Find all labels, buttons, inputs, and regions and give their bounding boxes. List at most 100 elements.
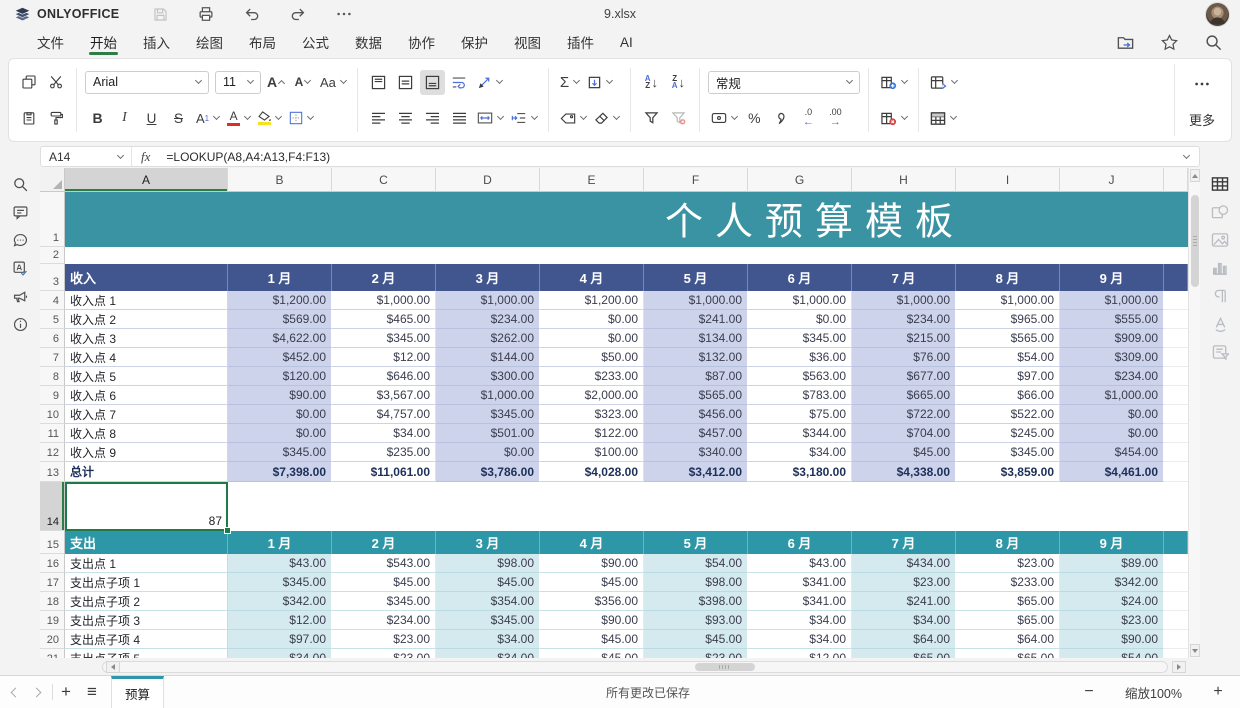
data-cell[interactable]: $45.00 bbox=[852, 443, 956, 462]
month-header[interactable]: 6 月 bbox=[748, 264, 852, 291]
data-cell[interactable]: $0.00 bbox=[748, 310, 852, 329]
expand-formula-bar-icon[interactable] bbox=[1183, 151, 1190, 158]
named-ranges-button[interactable] bbox=[557, 106, 589, 131]
row-label-cell[interactable]: 收入点 1 bbox=[65, 291, 228, 310]
data-cell[interactable]: $34.00 bbox=[748, 630, 852, 649]
sort-ascending-button[interactable]: AZ↓ bbox=[639, 70, 664, 95]
month-header[interactable]: 1 月 bbox=[228, 264, 332, 291]
data-cell[interactable]: $677.00 bbox=[852, 367, 956, 386]
menu-tab-插件[interactable]: 插件 bbox=[554, 28, 607, 56]
formula-input[interactable]: =LOOKUP(A8,A4:A13,F4:F13) bbox=[159, 150, 1179, 164]
autosum-button[interactable]: Σ bbox=[557, 70, 582, 95]
data-cell[interactable]: $1,000.00 bbox=[956, 291, 1060, 310]
column-header-J[interactable]: J bbox=[1060, 168, 1164, 192]
data-cell[interactable]: $456.00 bbox=[644, 405, 748, 424]
menu-tab-布局[interactable]: 布局 bbox=[236, 28, 289, 56]
data-cell[interactable]: $465.00 bbox=[332, 310, 436, 329]
column-header-E[interactable]: E bbox=[540, 168, 644, 192]
title-banner-cell[interactable]: 个人预算模板 bbox=[65, 192, 1188, 247]
row-header-18[interactable]: 18 bbox=[40, 592, 65, 611]
data-cell[interactable]: $234.00 bbox=[436, 310, 540, 329]
data-cell[interactable]: $965.00 bbox=[956, 310, 1060, 329]
month-header[interactable]: 4 月 bbox=[540, 531, 644, 554]
justify-button[interactable] bbox=[447, 106, 472, 131]
data-cell[interactable]: $1,200.00 bbox=[228, 291, 332, 310]
data-cell[interactable]: $45.00 bbox=[540, 649, 644, 658]
data-cell[interactable]: $43.00 bbox=[228, 554, 332, 573]
data-cell[interactable]: $54.00 bbox=[1060, 649, 1164, 658]
total-cell[interactable]: $3,412.00 bbox=[644, 462, 748, 482]
data-cell[interactable]: $34.00 bbox=[852, 611, 956, 630]
data-cell[interactable]: $342.00 bbox=[1060, 573, 1164, 592]
total-cell[interactable]: $4,028.00 bbox=[540, 462, 644, 482]
total-cell[interactable]: $3,786.00 bbox=[436, 462, 540, 482]
data-cell[interactable]: $262.00 bbox=[436, 329, 540, 348]
data-cell[interactable]: $501.00 bbox=[436, 424, 540, 443]
data-cell[interactable]: $4,757.00 bbox=[332, 405, 436, 424]
decrease-font-button[interactable]: A bbox=[290, 70, 315, 95]
data-cell[interactable]: $50.00 bbox=[540, 348, 644, 367]
redo-button[interactable] bbox=[287, 3, 309, 25]
month-header[interactable]: 1 月 bbox=[228, 531, 332, 554]
row-label-cell[interactable]: 收入点 8 bbox=[65, 424, 228, 443]
menu-tab-AI[interactable]: AI bbox=[607, 28, 646, 56]
menu-tab-公式[interactable]: 公式 bbox=[289, 28, 342, 56]
month-header[interactable]: 8 月 bbox=[956, 264, 1060, 291]
total-cell[interactable]: $4,461.00 bbox=[1060, 462, 1164, 482]
data-cell[interactable]: $87.00 bbox=[644, 367, 748, 386]
align-left-button[interactable] bbox=[366, 106, 391, 131]
data-cell[interactable]: $354.00 bbox=[436, 592, 540, 611]
month-header[interactable]: 5 月 bbox=[644, 531, 748, 554]
data-cell[interactable]: $98.00 bbox=[436, 554, 540, 573]
horizontal-scrollbar[interactable] bbox=[40, 660, 1188, 674]
change-case-button[interactable]: Aa bbox=[317, 70, 349, 95]
more-actions-button[interactable] bbox=[333, 3, 355, 25]
data-cell[interactable]: $4,622.00 bbox=[228, 329, 332, 348]
month-header[interactable]: 9 月 bbox=[1060, 264, 1164, 291]
row-label-cell[interactable]: 支出点子项 1 bbox=[65, 573, 228, 592]
font-color-button[interactable]: A bbox=[224, 106, 253, 131]
row-label-cell[interactable]: 收入点 2 bbox=[65, 310, 228, 329]
data-cell[interactable]: $569.00 bbox=[228, 310, 332, 329]
data-cell[interactable]: $1,000.00 bbox=[644, 291, 748, 310]
row-header-13[interactable]: 13 bbox=[40, 462, 65, 482]
data-cell[interactable]: $89.00 bbox=[1060, 554, 1164, 573]
row-label-cell[interactable]: 收入点 9 bbox=[65, 443, 228, 462]
data-cell[interactable]: $398.00 bbox=[644, 592, 748, 611]
data-cell[interactable]: $122.00 bbox=[540, 424, 644, 443]
toolbar-more-dots-button[interactable] bbox=[1189, 71, 1214, 96]
vertical-scrollbar[interactable] bbox=[1188, 168, 1200, 658]
data-cell[interactable]: $457.00 bbox=[644, 424, 748, 443]
expense-section-label[interactable]: 支出 bbox=[65, 531, 228, 554]
data-cell[interactable]: $345.00 bbox=[748, 329, 852, 348]
data-cell[interactable]: $64.00 bbox=[852, 630, 956, 649]
data-cell[interactable]: $100.00 bbox=[540, 443, 644, 462]
data-cell[interactable]: $66.00 bbox=[956, 386, 1060, 405]
data-cell[interactable]: $12.00 bbox=[332, 348, 436, 367]
data-cell[interactable]: $341.00 bbox=[748, 592, 852, 611]
data-cell[interactable]: $300.00 bbox=[436, 367, 540, 386]
data-cell[interactable]: $0.00 bbox=[436, 443, 540, 462]
cut-button[interactable] bbox=[43, 70, 68, 95]
row-header-21[interactable]: 21 bbox=[40, 649, 65, 658]
column-header-I[interactable]: I bbox=[956, 168, 1060, 192]
row-header-9[interactable]: 9 bbox=[40, 386, 65, 405]
wrap-text-button[interactable] bbox=[447, 70, 472, 95]
filler-cell[interactable] bbox=[1164, 291, 1188, 310]
data-cell[interactable]: $65.00 bbox=[956, 649, 1060, 658]
data-cell[interactable]: $97.00 bbox=[228, 630, 332, 649]
filler-cell[interactable] bbox=[1164, 443, 1188, 462]
data-cell[interactable]: $0.00 bbox=[1060, 424, 1164, 443]
number-format-select[interactable]: 常规 bbox=[708, 71, 860, 94]
row-header-4[interactable]: 4 bbox=[40, 291, 65, 310]
row-label-cell[interactable]: 收入点 6 bbox=[65, 386, 228, 405]
row-header-3[interactable]: 3 bbox=[40, 264, 65, 291]
row-header-2[interactable]: 2 bbox=[40, 247, 65, 264]
toolbar-more-label[interactable]: 更多 bbox=[1189, 110, 1215, 129]
data-cell[interactable]: $23.00 bbox=[644, 649, 748, 658]
data-cell[interactable]: $45.00 bbox=[644, 630, 748, 649]
data-cell[interactable]: $3,567.00 bbox=[332, 386, 436, 405]
menu-tab-插入[interactable]: 插入 bbox=[130, 28, 183, 56]
text-art-settings-icon[interactable] bbox=[1211, 315, 1229, 333]
month-header[interactable]: 3 月 bbox=[436, 264, 540, 291]
